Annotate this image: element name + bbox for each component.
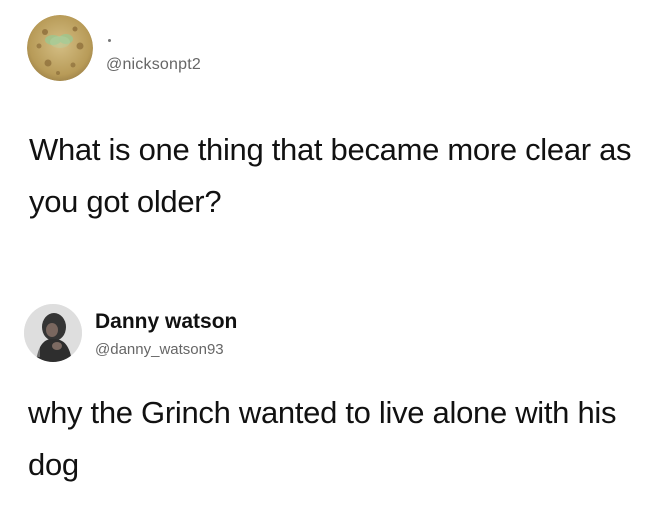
post-author-handle[interactable]: @nicksonpt2 [106, 56, 201, 74]
display-name[interactable]: Danny watson [95, 310, 237, 334]
post-text: What is one thing that became more clear… [29, 132, 632, 219]
username-handle[interactable]: @danny_watson93 [95, 341, 224, 358]
avatar[interactable] [27, 15, 93, 81]
avatar[interactable] [24, 304, 82, 362]
post-question: @nicksonpt2 What is one thing that becam… [0, 14, 668, 244]
reply-text: why the Grinch wanted to live alone with… [28, 395, 617, 482]
verified-dot [108, 39, 111, 42]
person-photo-avatar-icon [24, 304, 82, 362]
spongebob-texture-avatar-icon [27, 15, 93, 81]
post-reply: Danny watson @danny_watson93 why the Gri… [0, 292, 668, 492]
